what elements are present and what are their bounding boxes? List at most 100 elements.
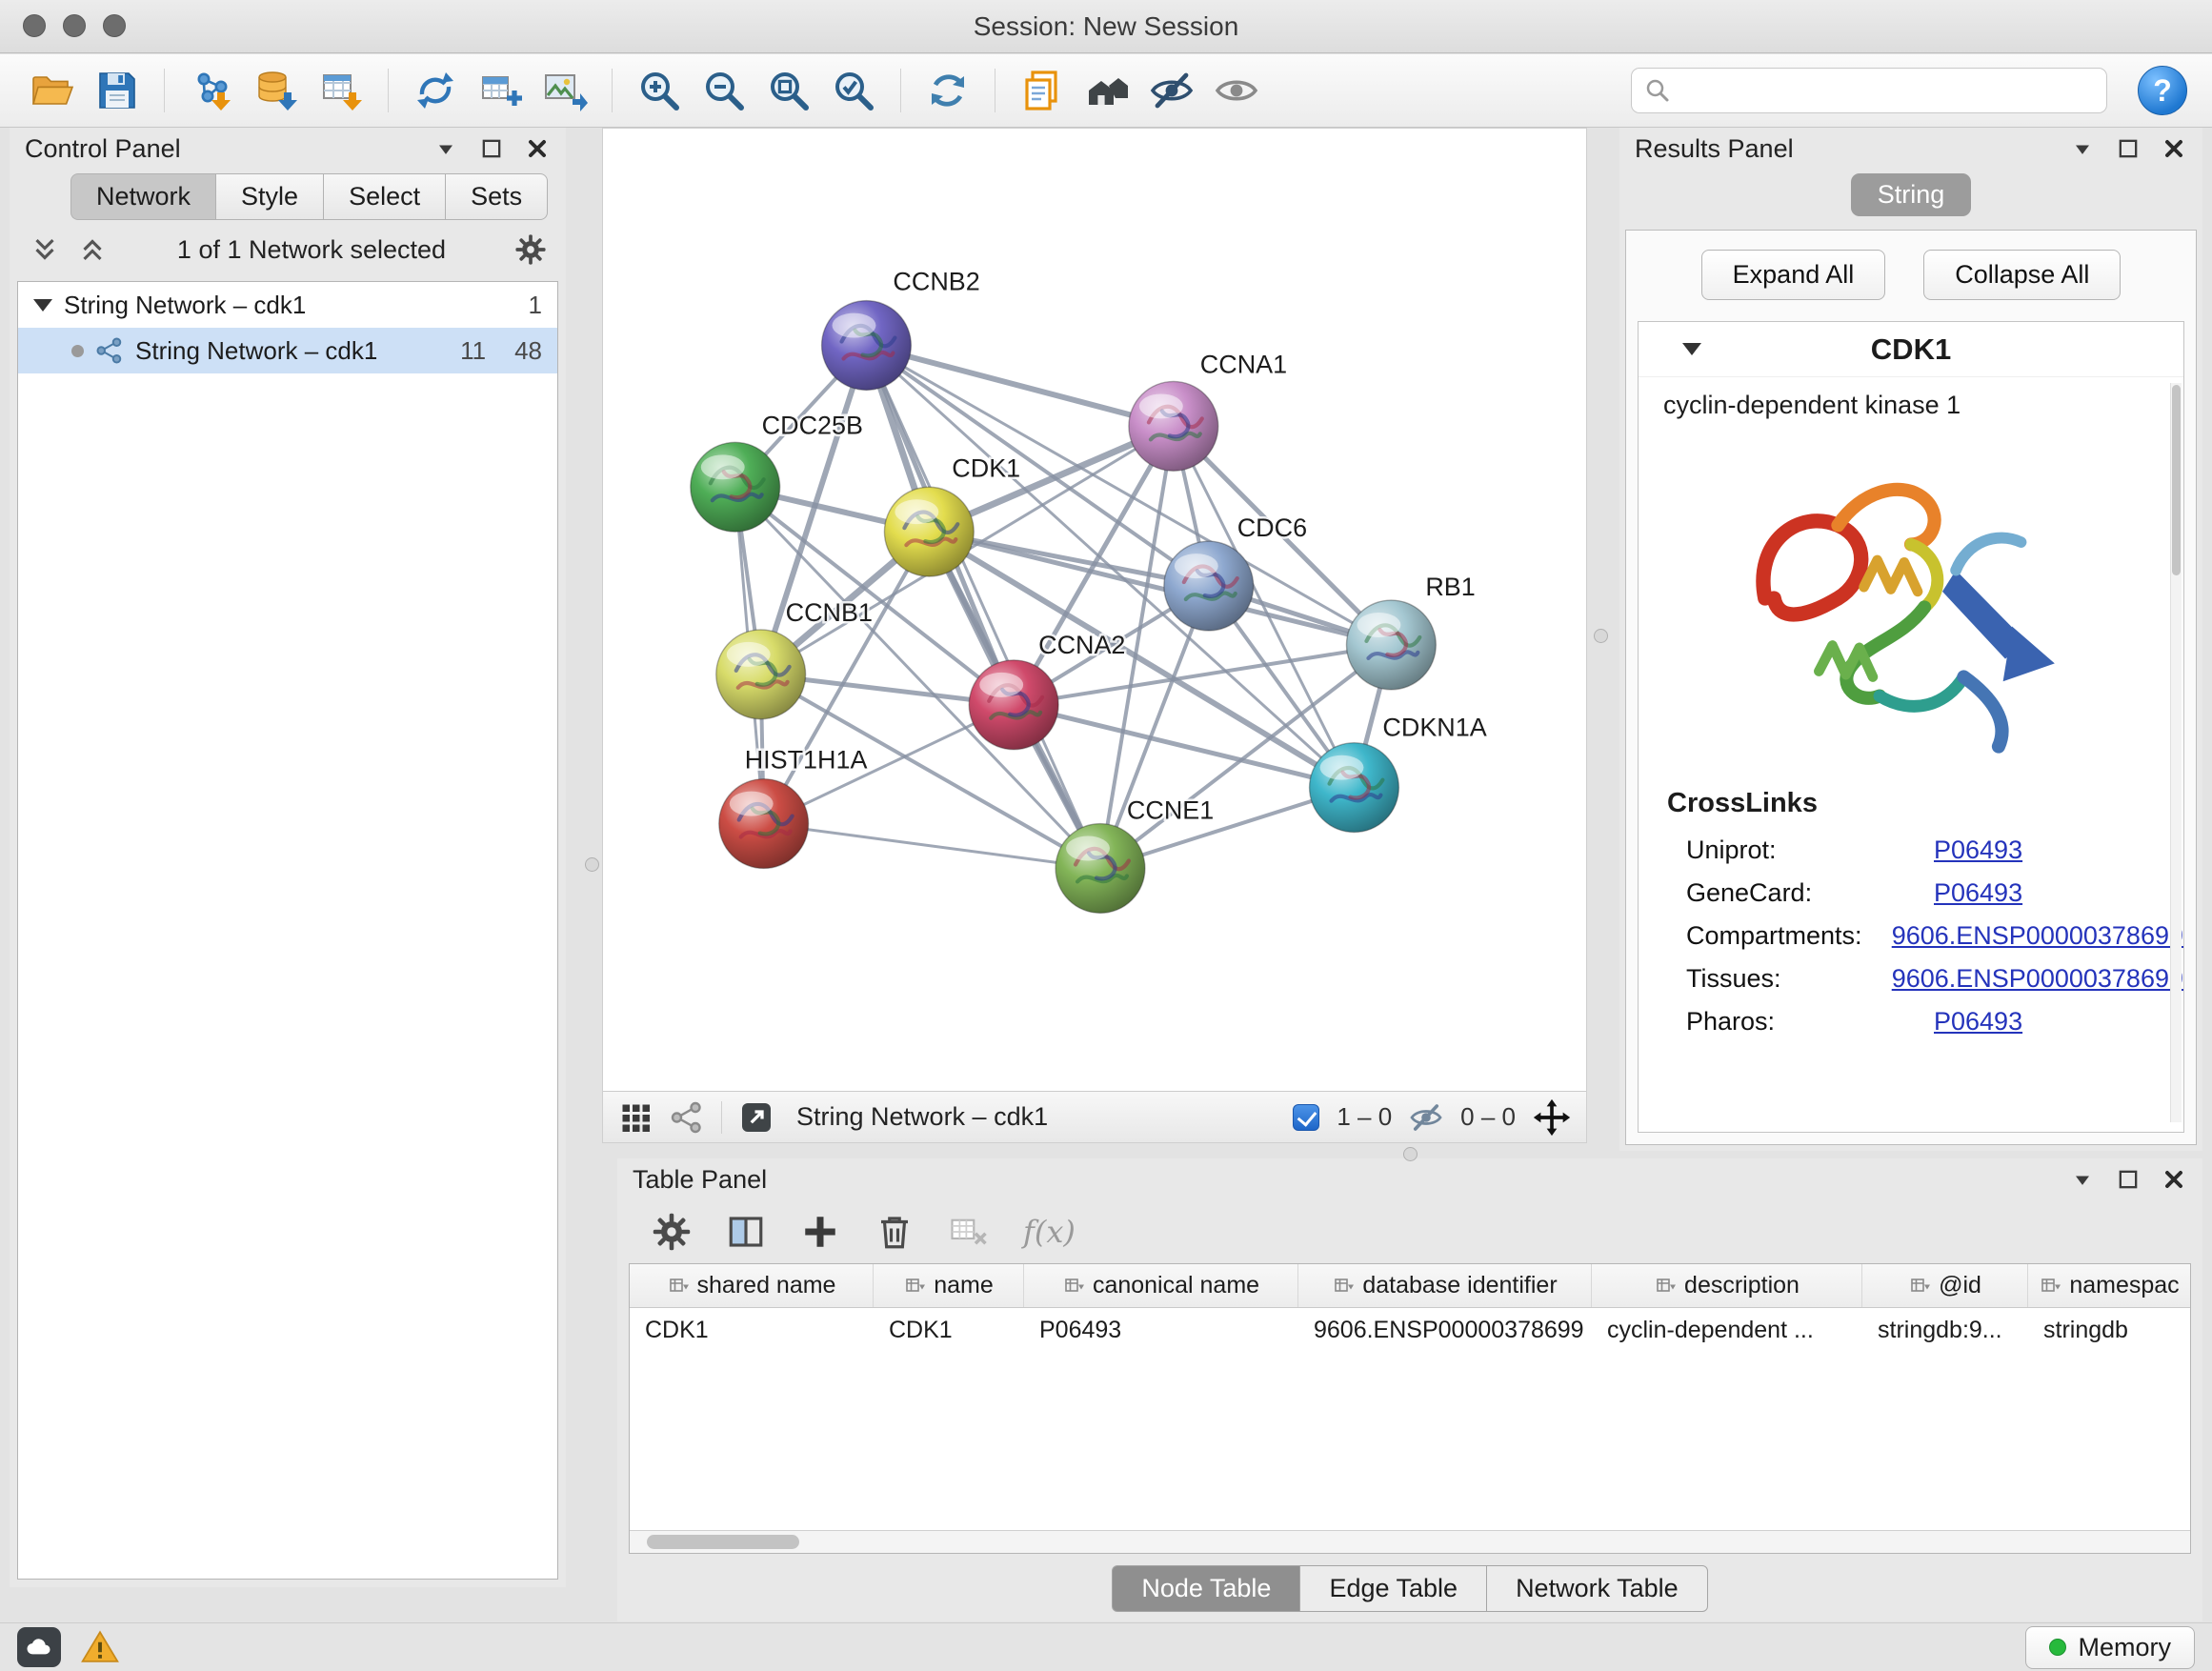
node-label-CCNB2: CCNB2 — [893, 268, 979, 296]
network-tree: String Network – cdk1 1 String Network –… — [17, 281, 558, 1580]
network-overview-icon[interactable] — [670, 1100, 704, 1135]
import-table-file-button[interactable] — [313, 63, 369, 118]
table-horizontal-scrollbar[interactable] — [630, 1530, 2190, 1553]
zoom-in-button[interactable] — [632, 63, 687, 118]
results-scrollbar[interactable] — [2170, 383, 2182, 1122]
add-column-icon[interactable] — [800, 1212, 840, 1252]
warnings-button[interactable] — [80, 1627, 120, 1667]
column-header-shared-name[interactable]: shared name — [630, 1264, 874, 1307]
network-node-HIST1H1A[interactable]: HIST1H1A — [719, 746, 868, 869]
tab-edge-table[interactable]: Edge Table — [1299, 1565, 1487, 1612]
tab-sets[interactable]: Sets — [445, 173, 548, 220]
network-node-CDKN1A[interactable]: CDKN1A — [1310, 714, 1487, 833]
panel-close-icon[interactable] — [2161, 1166, 2187, 1193]
window-minimize-button[interactable] — [63, 14, 86, 37]
splitter-handle[interactable] — [1403, 1147, 1418, 1161]
column-header-id[interactable]: @id — [1862, 1264, 2028, 1307]
panel-float-icon[interactable] — [2069, 1166, 2096, 1193]
import-network-file-button[interactable] — [184, 63, 239, 118]
memory-button[interactable]: Memory — [2025, 1626, 2195, 1669]
edge-HIST1H1A-CCNE1[interactable] — [764, 824, 1100, 869]
network-node-CCNB1[interactable]: CCNB1 — [716, 598, 873, 719]
edge-CDK1-RB1[interactable] — [929, 532, 1391, 645]
network-collection-row[interactable]: String Network – cdk1 1 — [18, 282, 557, 328]
column-header-namespac[interactable]: namespac — [2028, 1264, 2190, 1307]
column-header-name[interactable]: name — [874, 1264, 1024, 1307]
column-header-description[interactable]: description — [1592, 1264, 1862, 1307]
save-icon — [94, 68, 140, 113]
tree-expander-icon[interactable] — [33, 299, 52, 312]
import-network-database-button[interactable] — [249, 63, 304, 118]
splitter-handle[interactable] — [1594, 629, 1608, 643]
network-node-CDC25B[interactable]: CDC25B — [691, 411, 863, 532]
column-header-database-identifier[interactable]: database identifier — [1298, 1264, 1592, 1307]
apply-layout-button[interactable] — [920, 63, 975, 118]
network-options-gear-icon[interactable] — [514, 233, 547, 266]
tab-node-table[interactable]: Node Table — [1112, 1565, 1300, 1612]
new-table-button[interactable] — [473, 63, 528, 118]
results-scrollbar-thumb[interactable] — [2172, 385, 2181, 575]
save-session-button[interactable] — [90, 63, 145, 118]
collapse-section-icon[interactable] — [1682, 343, 1701, 355]
table-row[interactable]: CDK1CDK1P064939606.ENSP00000378699cyclin… — [630, 1308, 2190, 1352]
network-canvas[interactable]: CCNB2CCNA1CDC25BCDK1CDC6RB1CCNB1CCNA2CDK… — [603, 129, 1586, 1091]
show-columns-icon[interactable] — [726, 1212, 766, 1252]
network-node-CCNE1[interactable]: CCNE1 — [1056, 796, 1214, 914]
expand-all-icon[interactable] — [76, 233, 109, 266]
new-network-icon — [412, 68, 458, 113]
collapse-all-icon[interactable] — [29, 233, 61, 266]
birdseye-toggle-icon[interactable] — [618, 1100, 653, 1135]
home-button[interactable] — [1079, 63, 1135, 118]
crosslink-value-link[interactable]: P06493 — [1934, 836, 2022, 865]
tab-style[interactable]: Style — [215, 173, 323, 220]
detach-view-icon[interactable] — [739, 1100, 774, 1135]
crosslink-value-link[interactable]: 9606.ENSP00000378699 — [1892, 964, 2183, 994]
collapse-all-button[interactable]: Collapse All — [1923, 250, 2121, 300]
table-body: CDK1CDK1P064939606.ENSP00000378699cyclin… — [630, 1308, 2190, 1530]
crosslink-value-link[interactable]: 9606.ENSP00000378699 — [1892, 921, 2183, 951]
panel-maximize-icon[interactable] — [2115, 135, 2142, 162]
search-input[interactable] — [1681, 76, 2095, 106]
zoom-selected-button[interactable] — [826, 63, 881, 118]
protein-card-header[interactable]: CDK1 — [1639, 322, 2183, 377]
table-scrollbar-thumb[interactable] — [647, 1535, 799, 1549]
documents-button[interactable] — [1015, 63, 1070, 118]
tab-network[interactable]: Network — [70, 173, 215, 220]
crosslink-value-link[interactable]: P06493 — [1934, 878, 2022, 908]
tab-select[interactable]: Select — [323, 173, 445, 220]
tab-string[interactable]: String — [1851, 173, 1972, 216]
open-session-button[interactable] — [25, 63, 80, 118]
hide-selected-button[interactable] — [1144, 63, 1199, 118]
panel-float-icon[interactable] — [2069, 135, 2096, 162]
cloud-services-button[interactable] — [17, 1627, 61, 1667]
export-image-button[interactable] — [537, 63, 593, 118]
delete-column-icon[interactable] — [875, 1212, 915, 1252]
zoom-out-button[interactable] — [696, 63, 752, 118]
edge-CCNB2-CCNE1[interactable] — [866, 346, 1100, 869]
zoom-fit-button[interactable] — [761, 63, 816, 118]
selected-elements-checkbox[interactable] — [1293, 1104, 1319, 1131]
expand-all-button[interactable]: Expand All — [1701, 250, 1886, 300]
show-all-button[interactable] — [1209, 63, 1264, 118]
tab-network-table[interactable]: Network Table — [1486, 1565, 1708, 1612]
window-zoom-button[interactable] — [103, 14, 126, 37]
panel-float-icon[interactable] — [432, 135, 459, 162]
panel-close-icon[interactable] — [524, 135, 551, 162]
network-node-RB1[interactable]: RB1 — [1346, 573, 1475, 690]
network-node-CCNA1[interactable]: CCNA1 — [1129, 350, 1287, 471]
function-builder-icon[interactable]: f(x) — [1023, 1214, 1076, 1250]
new-network-from-selection-button[interactable] — [408, 63, 463, 118]
network-node-CDK1[interactable]: CDK1 — [884, 453, 1020, 576]
window-close-button[interactable] — [23, 14, 46, 37]
panel-close-icon[interactable] — [2161, 135, 2187, 162]
splitter-handle[interactable] — [585, 857, 599, 872]
network-row[interactable]: String Network – cdk1 11 48 — [18, 328, 557, 373]
table-options-gear-icon[interactable] — [652, 1212, 692, 1252]
help-button[interactable]: ? — [2138, 66, 2187, 115]
crosslink-value-link[interactable]: P06493 — [1934, 1007, 2022, 1037]
panel-maximize-icon[interactable] — [2115, 1166, 2142, 1193]
pan-tool-icon[interactable] — [1533, 1098, 1571, 1137]
warning-triangle-icon — [80, 1627, 120, 1667]
panel-maximize-icon[interactable] — [478, 135, 505, 162]
column-header-canonical-name[interactable]: canonical name — [1024, 1264, 1298, 1307]
